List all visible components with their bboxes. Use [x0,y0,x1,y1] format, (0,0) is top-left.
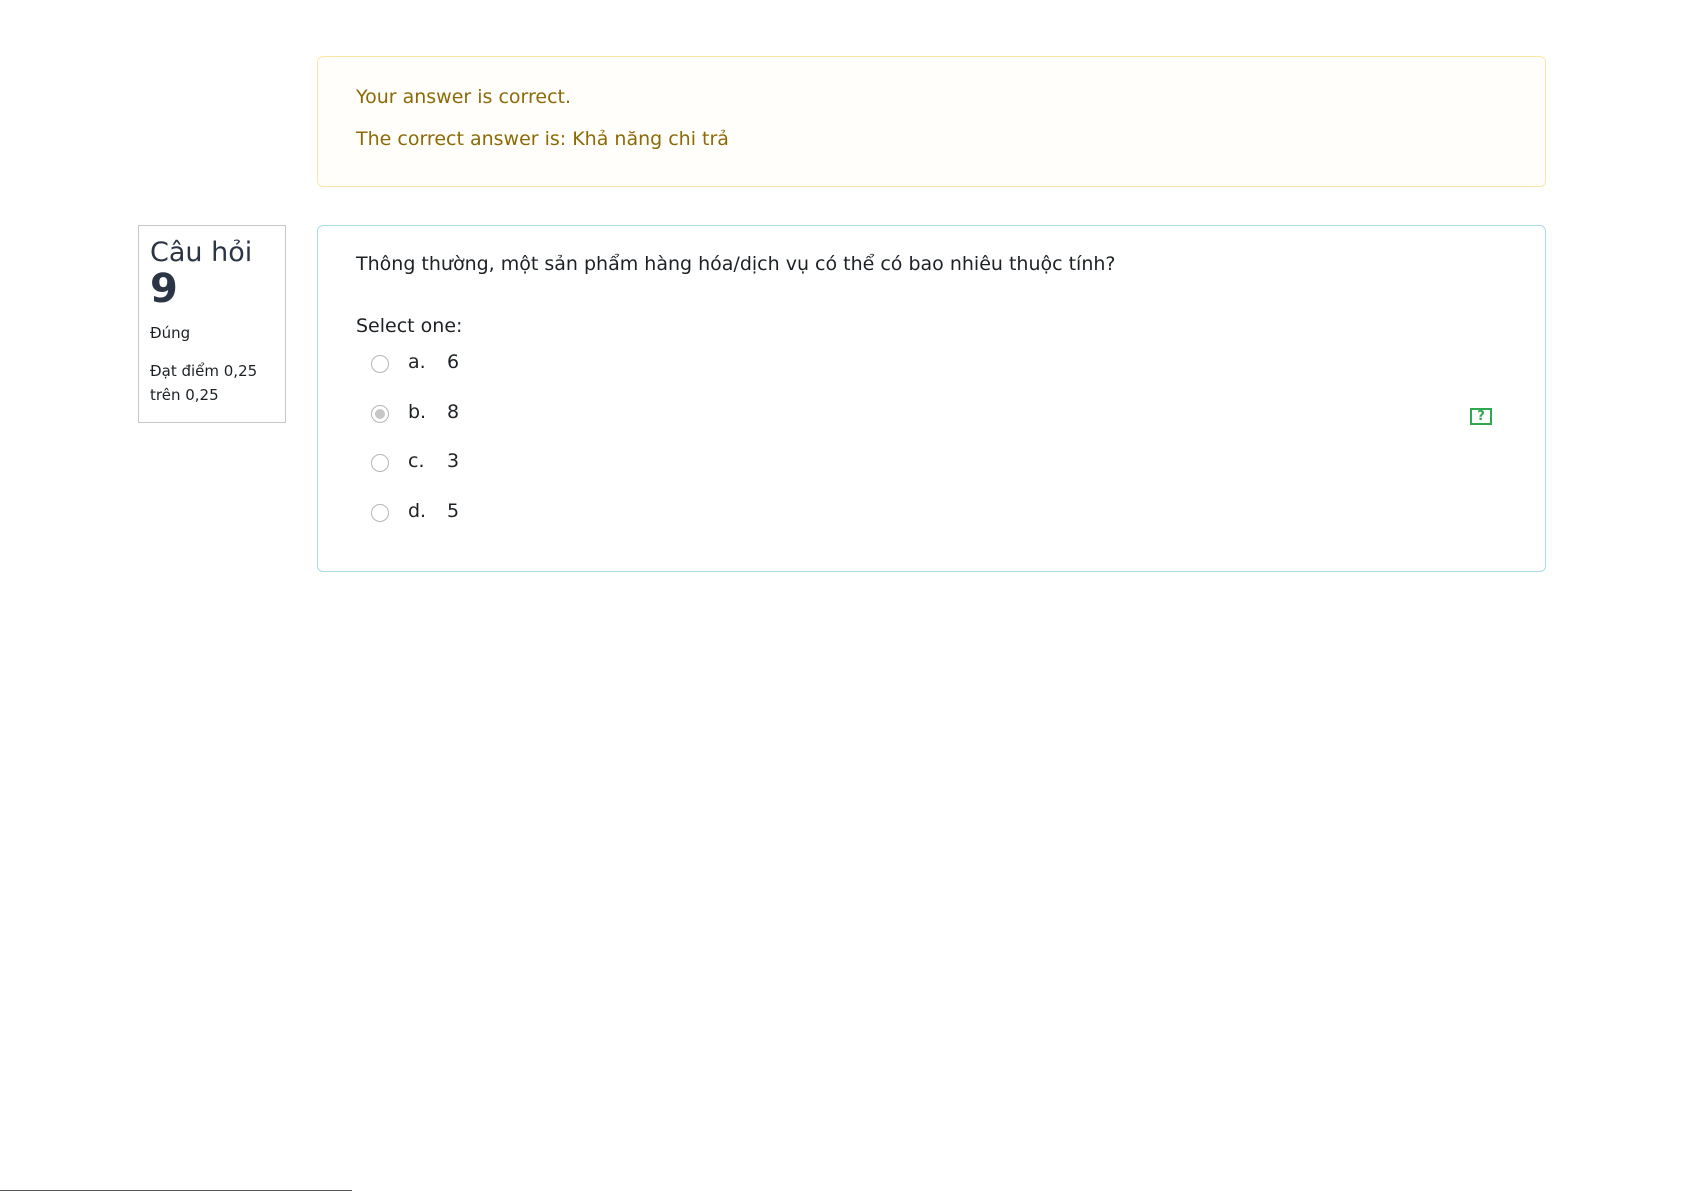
question-panel: Thông thường, một sản phẩm hàng hóa/dịch… [317,225,1546,572]
question-grade: Đạt điểm 0,25 trên 0,25 [150,362,258,404]
question-state: Đúng [150,324,191,342]
radio-button[interactable] [371,355,389,373]
select-prompt: Select one: [356,315,463,337]
answer-option-d[interactable]: d. 5 [356,493,1507,543]
question-number: 9 [150,266,178,312]
feedback-result: Your answer is correct. [356,86,572,108]
answer-letter: c. [408,450,425,472]
answer-value: 5 [447,499,460,522]
answer-list: a. 6 b. 8 c. 3 d. 5 [356,344,1507,542]
radio-button[interactable] [371,503,389,522]
answer-letter: a. [408,351,426,373]
question-label: Câu hỏi [150,237,253,268]
help-icon[interactable]: ? [1470,408,1492,425]
answer-value: 8 [447,400,460,423]
radio-button[interactable] [371,454,389,472]
answer-option-b[interactable]: b. 8 [356,394,1507,444]
answer-option-a[interactable]: a. 6 [356,344,1507,394]
radio-button-selected[interactable] [371,404,389,423]
answer-letter: b. [408,400,427,423]
question-info-panel: Câu hỏi 9 Đúng Đạt điểm 0,25 trên 0,25 [138,225,286,423]
feedback-correct-answer: The correct answer is: Khả năng chi trả [356,128,729,150]
answer-option-c[interactable]: c. 3 [356,443,1507,493]
question-text: Thông thường, một sản phẩm hàng hóa/dịch… [356,253,1116,275]
answer-letter: d. [408,499,427,522]
answer-value: 3 [447,450,460,472]
feedback-panel: Your answer is correct. The correct answ… [317,56,1546,187]
answer-value: 6 [447,351,460,373]
